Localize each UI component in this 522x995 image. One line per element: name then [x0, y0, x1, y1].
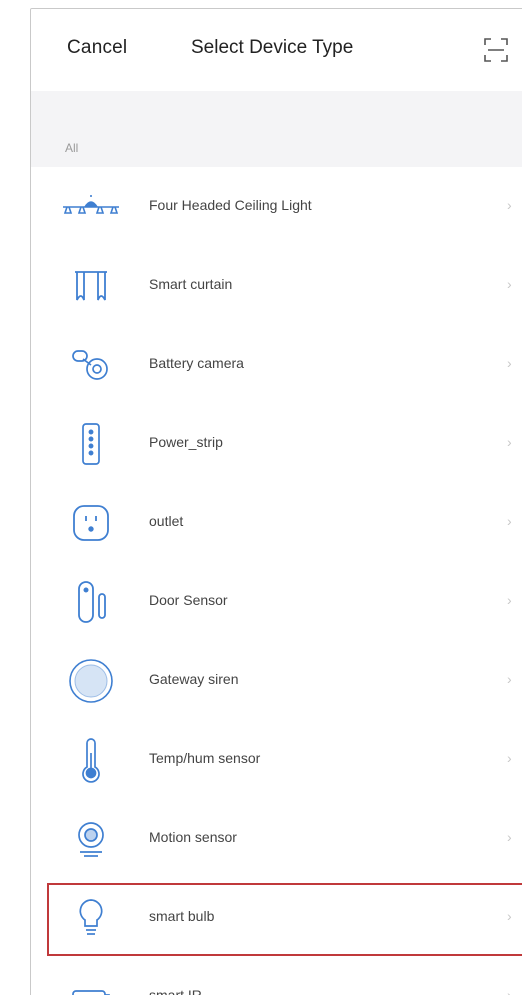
device-label: Door Sensor — [149, 592, 228, 608]
device-label: Temp/hum sensor — [149, 750, 261, 766]
device-label: Four Headed Ceiling Light — [149, 197, 312, 213]
ir-remote-icon — [59, 975, 123, 995]
chevron-right-icon: › — [507, 276, 512, 292]
chevron-right-icon: › — [507, 987, 512, 995]
list-item-ceiling-light[interactable]: Four Headed Ceiling Light › — [31, 167, 522, 246]
device-type-list: Four Headed Ceiling Light › Smart curtai… — [31, 167, 522, 995]
motion-sensor-icon — [59, 817, 123, 861]
cancel-button[interactable]: Cancel — [67, 37, 127, 59]
list-item-smart-bulb[interactable]: smart bulb › — [31, 878, 522, 957]
list-item-battery-camera[interactable]: Battery camera › — [31, 325, 522, 404]
chevron-right-icon: › — [507, 750, 512, 766]
section-label: All — [65, 141, 79, 155]
list-item-outlet[interactable]: outlet › — [31, 483, 522, 562]
list-item-temp-hum-sensor[interactable]: Temp/hum sensor › — [31, 720, 522, 799]
page-title: Select Device Type — [191, 37, 354, 58]
chevron-right-icon: › — [507, 671, 512, 687]
nav-bar: Cancel Select Device Type — [31, 9, 522, 91]
chevron-right-icon: › — [507, 592, 512, 608]
chevron-right-icon: › — [507, 908, 512, 924]
chevron-right-icon: › — [507, 513, 512, 529]
chevron-right-icon: › — [507, 355, 512, 371]
thermometer-icon — [59, 738, 123, 783]
list-item-motion-sensor[interactable]: Motion sensor › — [31, 799, 522, 878]
bulb-icon — [59, 896, 123, 940]
curtain-icon — [59, 264, 123, 308]
scan-icon[interactable] — [483, 37, 509, 63]
device-label: outlet — [149, 513, 184, 529]
section-header: All — [31, 113, 522, 167]
nav-separator — [31, 91, 522, 113]
power-strip-icon — [59, 422, 123, 466]
list-item-power-strip[interactable]: Power_strip › — [31, 404, 522, 483]
device-label: Gateway siren — [149, 671, 239, 687]
camera-icon — [59, 343, 123, 387]
chevron-right-icon: › — [507, 434, 512, 450]
device-type-screen: Cancel Select Device Type All Four Heade… — [30, 8, 522, 995]
chevron-right-icon: › — [507, 829, 512, 845]
outlet-icon — [59, 501, 123, 545]
device-label: Power_strip — [149, 434, 223, 450]
device-label: smart IR — [149, 987, 202, 995]
chevron-right-icon: › — [507, 197, 512, 213]
device-label: Smart curtain — [149, 276, 233, 292]
siren-icon — [59, 659, 123, 703]
list-item-smart-ir[interactable]: smart IR › — [31, 957, 522, 995]
door-sensor-icon — [59, 580, 123, 624]
device-label: Motion sensor — [149, 829, 237, 845]
list-item-gateway-siren[interactable]: Gateway siren › — [31, 641, 522, 720]
device-label: smart bulb — [149, 908, 215, 924]
list-item-door-sensor[interactable]: Door Sensor › — [31, 562, 522, 641]
device-label: Battery camera — [149, 355, 244, 371]
list-item-smart-curtain[interactable]: Smart curtain › — [31, 246, 522, 325]
ceiling-light-icon — [59, 185, 123, 229]
